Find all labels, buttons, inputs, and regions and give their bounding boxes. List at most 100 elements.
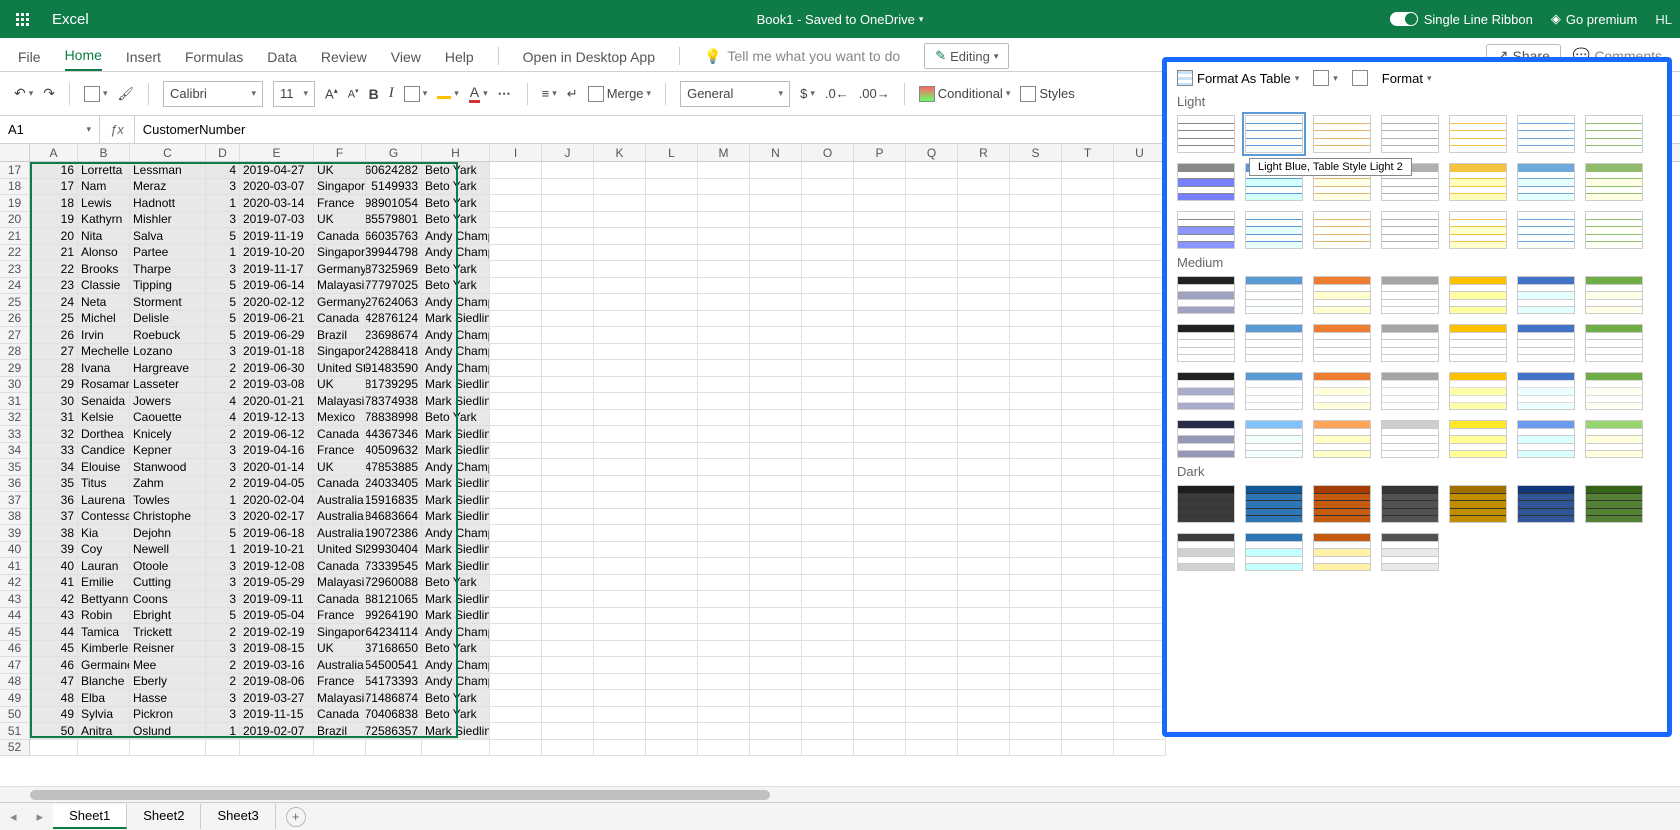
table-style-swatch[interactable] [1381,211,1439,249]
cell[interactable] [854,740,906,757]
cell[interactable] [1010,657,1062,674]
table-style-swatch[interactable] [1517,485,1575,523]
cell[interactable] [646,377,698,394]
cell[interactable] [750,740,802,757]
cell[interactable] [646,426,698,443]
table-style-swatch[interactable] [1177,372,1235,410]
sheet-tab[interactable]: Sheet2 [127,804,201,829]
cell[interactable] [1114,509,1166,526]
row-header[interactable]: 27 [0,327,30,344]
cell[interactable] [802,410,854,427]
cell[interactable] [906,261,958,278]
cell[interactable] [802,509,854,526]
cell[interactable] [542,278,594,295]
cell[interactable]: Australia [314,492,366,509]
table-style-swatch[interactable] [1585,163,1643,201]
cell[interactable] [698,608,750,625]
add-sheet-button[interactable]: + [286,807,306,827]
cell[interactable]: Malayasia [314,278,366,295]
cell[interactable]: Blanche [78,674,130,691]
cell[interactable]: 24033405 [366,476,422,493]
cell[interactable] [1010,641,1062,658]
cell[interactable] [854,294,906,311]
cell[interactable]: Mark Siedling [422,591,490,608]
cell[interactable] [542,344,594,361]
cell[interactable] [854,707,906,724]
bold-button[interactable]: B [369,80,379,108]
table-style-swatch[interactable] [1517,163,1575,201]
cell[interactable] [1114,426,1166,443]
cell[interactable]: Nita [78,228,130,245]
cell[interactable] [906,344,958,361]
cell[interactable] [646,657,698,674]
cell[interactable] [1010,476,1062,493]
table-style-swatch[interactable] [1449,372,1507,410]
cell[interactable] [1114,278,1166,295]
cell[interactable]: Malayasia [314,575,366,592]
cell[interactable] [542,360,594,377]
cell[interactable] [802,179,854,196]
cell[interactable] [490,624,542,641]
cell[interactable]: Brooks [78,261,130,278]
cell[interactable]: 38 [30,525,78,542]
cell[interactable] [490,294,542,311]
cell[interactable] [646,674,698,691]
cell[interactable]: 2 [206,657,240,674]
cell[interactable]: 60624282 [366,162,422,179]
tell-me-search[interactable]: 💡 Tell me what you want to do [704,48,900,71]
cell[interactable] [542,740,594,757]
cell[interactable]: 3 [206,459,240,476]
cell[interactable] [1010,575,1062,592]
table-style-swatch[interactable] [1177,420,1235,458]
cell[interactable] [906,393,958,410]
cell[interactable]: Salva [130,228,206,245]
cell[interactable] [1062,212,1114,229]
cell[interactable]: Elouise [78,459,130,476]
cell[interactable]: Towles [130,492,206,509]
cell[interactable] [422,740,490,757]
cell[interactable] [698,393,750,410]
cell[interactable]: 3 [206,575,240,592]
table-style-swatch[interactable] [1449,115,1507,153]
cell[interactable]: Tharpe [130,261,206,278]
cell[interactable] [750,674,802,691]
cell[interactable] [1114,179,1166,196]
cell[interactable]: Reisner [130,641,206,658]
cell[interactable] [490,410,542,427]
row-header[interactable]: 37 [0,492,30,509]
cell[interactable] [958,558,1010,575]
cell[interactable] [542,212,594,229]
cell[interactable] [1010,212,1062,229]
cell[interactable]: Irvin [78,327,130,344]
cell[interactable]: 54173393 [366,674,422,691]
cell[interactable]: Andy Champan [422,327,490,344]
row-header[interactable]: 20 [0,212,30,229]
cell[interactable] [1062,245,1114,262]
cell[interactable]: Otoole [130,558,206,575]
cell[interactable] [750,377,802,394]
cell[interactable] [490,542,542,559]
cell[interactable] [1010,195,1062,212]
row-header[interactable]: 41 [0,558,30,575]
cell[interactable] [646,311,698,328]
cell[interactable] [1114,575,1166,592]
cell[interactable]: 2 [206,377,240,394]
cell[interactable] [1010,525,1062,542]
table-style-swatch[interactable] [1585,324,1643,362]
cell[interactable] [1010,509,1062,526]
cell[interactable]: 2019-04-27 [240,162,314,179]
cell[interactable]: Mark Siedling [422,426,490,443]
cell[interactable] [802,591,854,608]
cell[interactable] [490,608,542,625]
cell[interactable]: Beto Yark [422,162,490,179]
align-button[interactable]: ≡▾ [542,80,557,108]
cell[interactable]: France [314,195,366,212]
cell[interactable] [854,657,906,674]
cell[interactable] [802,377,854,394]
cell[interactable] [646,509,698,526]
cell[interactable]: Elba [78,690,130,707]
cell[interactable] [366,740,422,757]
cell[interactable]: Australia [314,509,366,526]
cell[interactable] [1114,377,1166,394]
table-style-swatch[interactable] [1517,372,1575,410]
